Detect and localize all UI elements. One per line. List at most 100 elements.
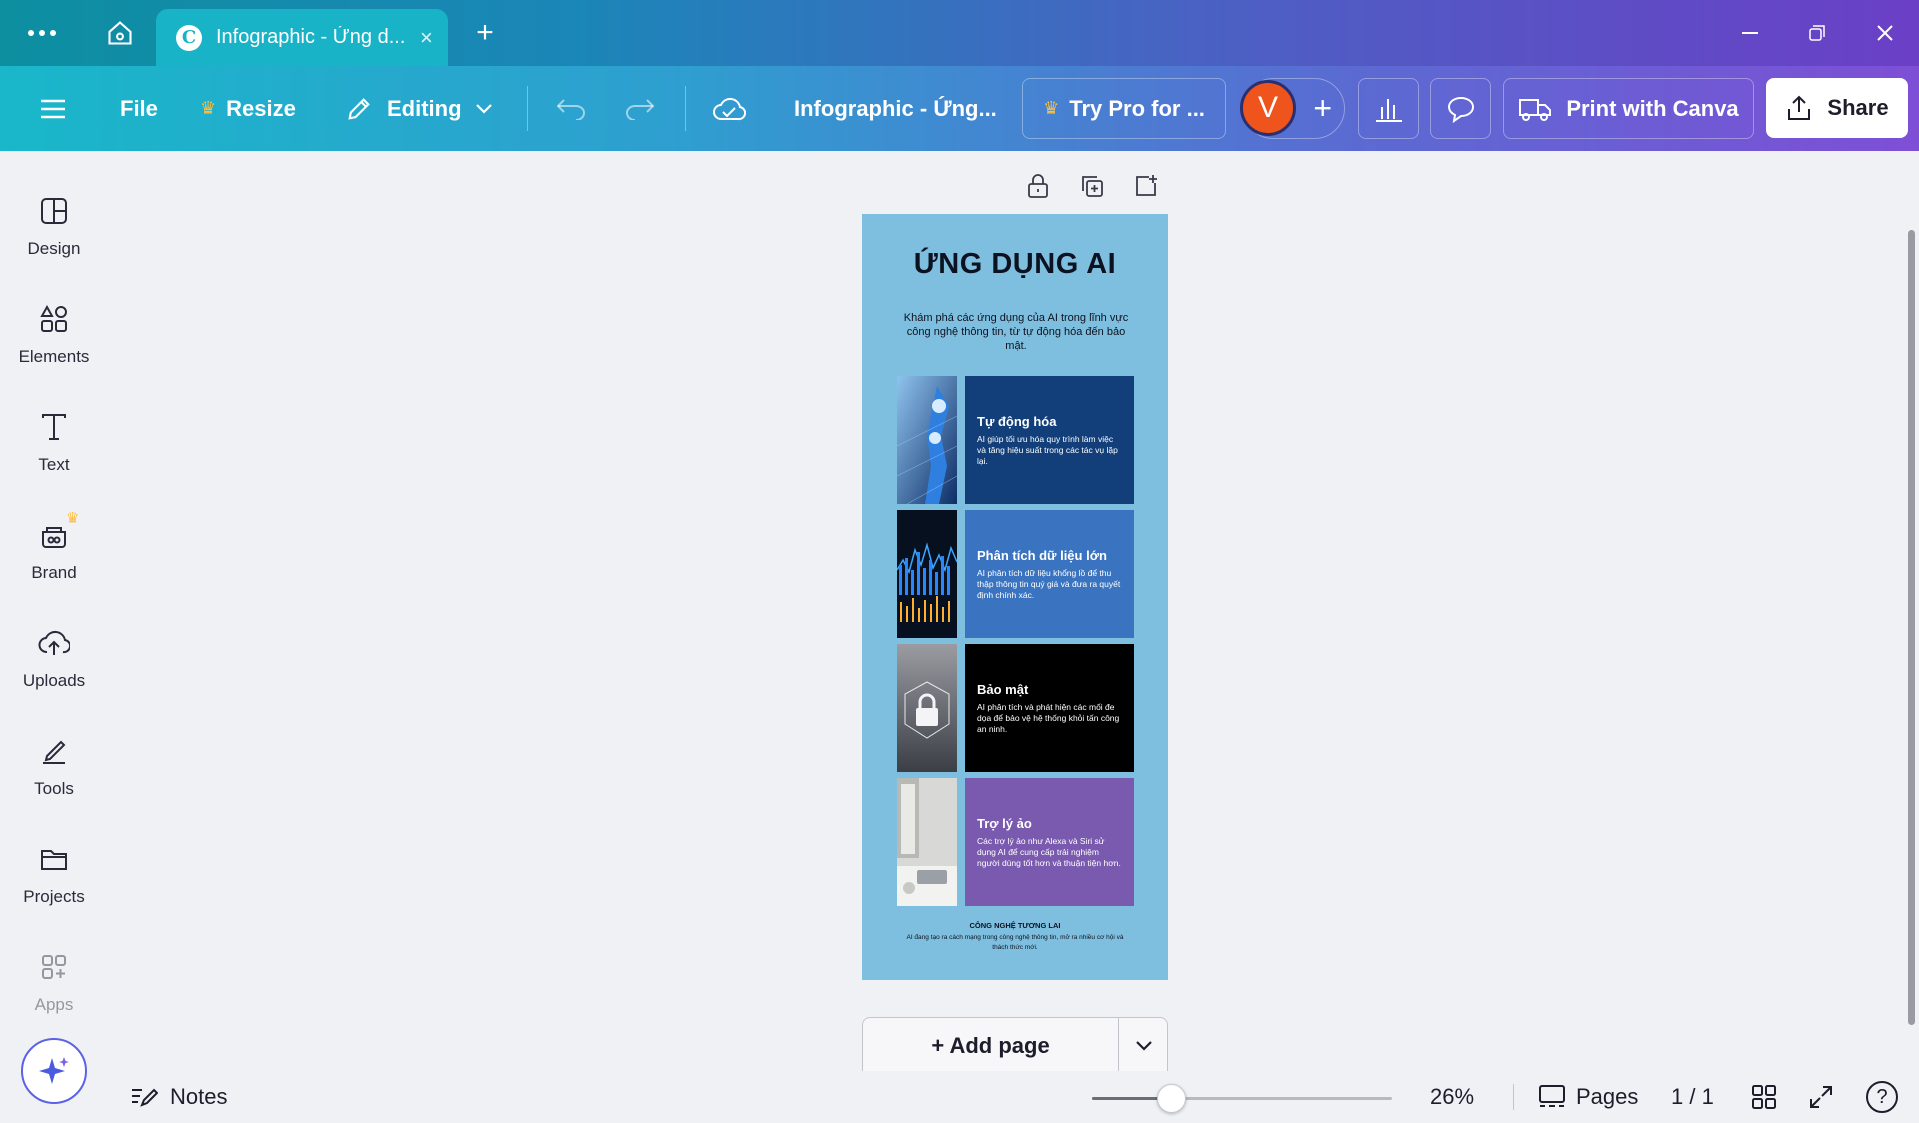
comment-icon [1447,96,1474,123]
card-box: Bảo mật AI phân tích và phát hiện các mố… [965,644,1134,772]
design-icon [34,191,74,231]
crown-icon: ♛ [200,98,217,118]
card-title: Bảo mật [977,681,1029,697]
grid-view-icon[interactable] [1751,1071,1777,1123]
footer-title: CÔNG NGHỆ TƯƠNG LAI [969,921,1061,930]
pages-button[interactable]: Pages [1538,1071,1638,1123]
undo-icon[interactable] [556,66,586,151]
redo-icon[interactable] [625,66,655,151]
cloud-saved-icon[interactable] [712,66,746,151]
browser-tab-bar: C Infographic - Ứng d... × + [0,0,1919,66]
magic-ai-button[interactable] [21,1038,87,1104]
canva-logo-icon: C [176,24,202,51]
share-icon [1788,95,1811,120]
sidebar-item-label: Brand [31,563,77,582]
card-box: Tự động hóa AI giúp tối ưu hóa quy trình… [965,376,1134,504]
data-chart-image [897,510,957,638]
card-description: Các trợ lý ảo như Alexa và Siri sử dụng … [977,835,1121,868]
pages-icon [1539,1085,1565,1107]
restore-icon[interactable] [1802,0,1832,66]
browser-tab-active[interactable]: C Infographic - Ứng d... × [156,9,448,66]
tab-close-icon[interactable]: × [420,25,433,51]
card-virtual-assistant: Trợ lý ảo Các trợ lý ảo như Alexa và Sir… [897,778,1134,906]
duplicate-page-icon[interactable] [1074,168,1110,204]
zoom-level[interactable]: 26% [1430,1071,1474,1123]
add-page-icon[interactable] [1128,168,1164,204]
design-page[interactable]: ỨNG DỤNG AI Khám phá các ứng dụng của AI… [862,214,1168,980]
sidebar-item-label: Elements [18,347,90,366]
window-close-icon[interactable] [1870,0,1900,66]
new-tab-icon[interactable]: + [470,0,500,66]
card-box: Trợ lý ảo Các trợ lý ảo như Alexa và Sir… [965,778,1134,906]
insights-button[interactable] [1358,78,1419,139]
minimize-icon[interactable] [1735,0,1765,66]
robot-arm-image [897,376,957,504]
print-label: Print with Canva [1566,95,1739,121]
main-menu-icon[interactable] [40,66,66,151]
zoom-slider-thumb[interactable] [1157,1084,1186,1113]
page-title: ỨNG DỤNG AI [913,248,1117,280]
card-big-data: Phân tích dữ liệu lớn AI phân tích dữ li… [897,510,1134,638]
file-menu[interactable]: File [120,66,158,151]
print-with-canva-button[interactable]: Print with Canva [1503,78,1754,139]
sidebar-item-label: Projects [23,887,85,906]
resize-label: Resize [226,95,296,121]
crown-icon: ♛ [1043,98,1060,118]
notes-button[interactable]: Notes [130,1071,227,1123]
home-icon[interactable] [100,0,140,66]
sidebar-item-tools[interactable]: Tools [0,721,108,821]
text-icon [34,407,74,447]
add-page-dropdown[interactable] [1118,1018,1169,1074]
bottom-bar: Notes 26% Pages 1 / 1 ? [108,1071,1919,1123]
sidebar-item-uploads[interactable]: Uploads [0,613,108,713]
add-page-button[interactable]: + Add page [863,1018,1118,1074]
editing-label: Editing [387,95,462,121]
sidebar-item-apps[interactable]: Apps [0,937,108,1037]
try-pro-button[interactable]: ♛ Try Pro for ... [1022,78,1226,139]
vertical-scrollbar[interactable] [1908,230,1915,1025]
resize-button[interactable]: ♛ Resize [200,66,296,151]
notes-icon [132,1088,158,1107]
security-lock-image [897,644,957,772]
card-description: AI phân tích dữ liệu khổng lồ để thu thậ… [977,567,1121,600]
chevron-down-icon [475,103,492,114]
card-security: Bảo mật AI phân tích và phát hiện các mố… [897,644,1134,772]
toolbar-divider [685,86,686,131]
more-options-icon[interactable] [22,0,62,66]
card-title: Phân tích dữ liệu lớn [977,547,1107,563]
share-button[interactable]: Share [1766,78,1908,138]
sidebar-item-text[interactable]: Text [0,397,108,497]
brand-icon: ♛ [34,510,79,555]
add-page-control: + Add page [862,1017,1169,1074]
user-avatar[interactable]: V [1240,80,1296,136]
share-label: Share [1827,95,1889,120]
truck-icon [1519,98,1552,121]
bar-chart-icon [1375,98,1402,122]
footer-text: AI đang tạo ra cách mạng trong công nghệ… [906,934,1124,951]
plus-icon: + [1313,90,1332,126]
sidebar-item-elements[interactable]: Elements [0,289,108,389]
help-icon: ? [1866,1081,1898,1113]
card-box: Phân tích dữ liệu lớn AI phân tích dữ li… [965,510,1134,638]
tools-icon [34,731,74,771]
sidebar-item-brand[interactable]: ♛ Brand [0,505,108,605]
card-title: Tự động hóa [977,413,1057,429]
editor-toolbar: File ♛ Resize Editing Infographic - Ứng.… [0,66,1919,151]
sidebar-item-label: Uploads [22,671,86,690]
help-button[interactable]: ? [1866,1071,1898,1123]
comments-button[interactable] [1430,78,1491,139]
sidebar-item-label: Text [38,455,70,474]
sidebar-item-design[interactable]: Design [0,181,108,281]
editing-mode-button[interactable]: Editing [345,66,492,151]
toolbar-divider [527,86,528,131]
fullscreen-icon[interactable] [1808,1071,1834,1123]
apps-icon [34,947,74,987]
lock-page-icon[interactable] [1020,168,1056,204]
notes-label: Notes [170,1084,228,1109]
toolbar-divider [1513,1071,1514,1123]
card-description: AI giúp tối ưu hóa quy trình làm việc và… [977,433,1118,466]
document-title[interactable]: Infographic - Ứng... [794,66,997,151]
sparkle-icon [39,1057,69,1084]
pencil-icon [345,95,373,123]
sidebar-item-projects[interactable]: Projects [0,829,108,929]
